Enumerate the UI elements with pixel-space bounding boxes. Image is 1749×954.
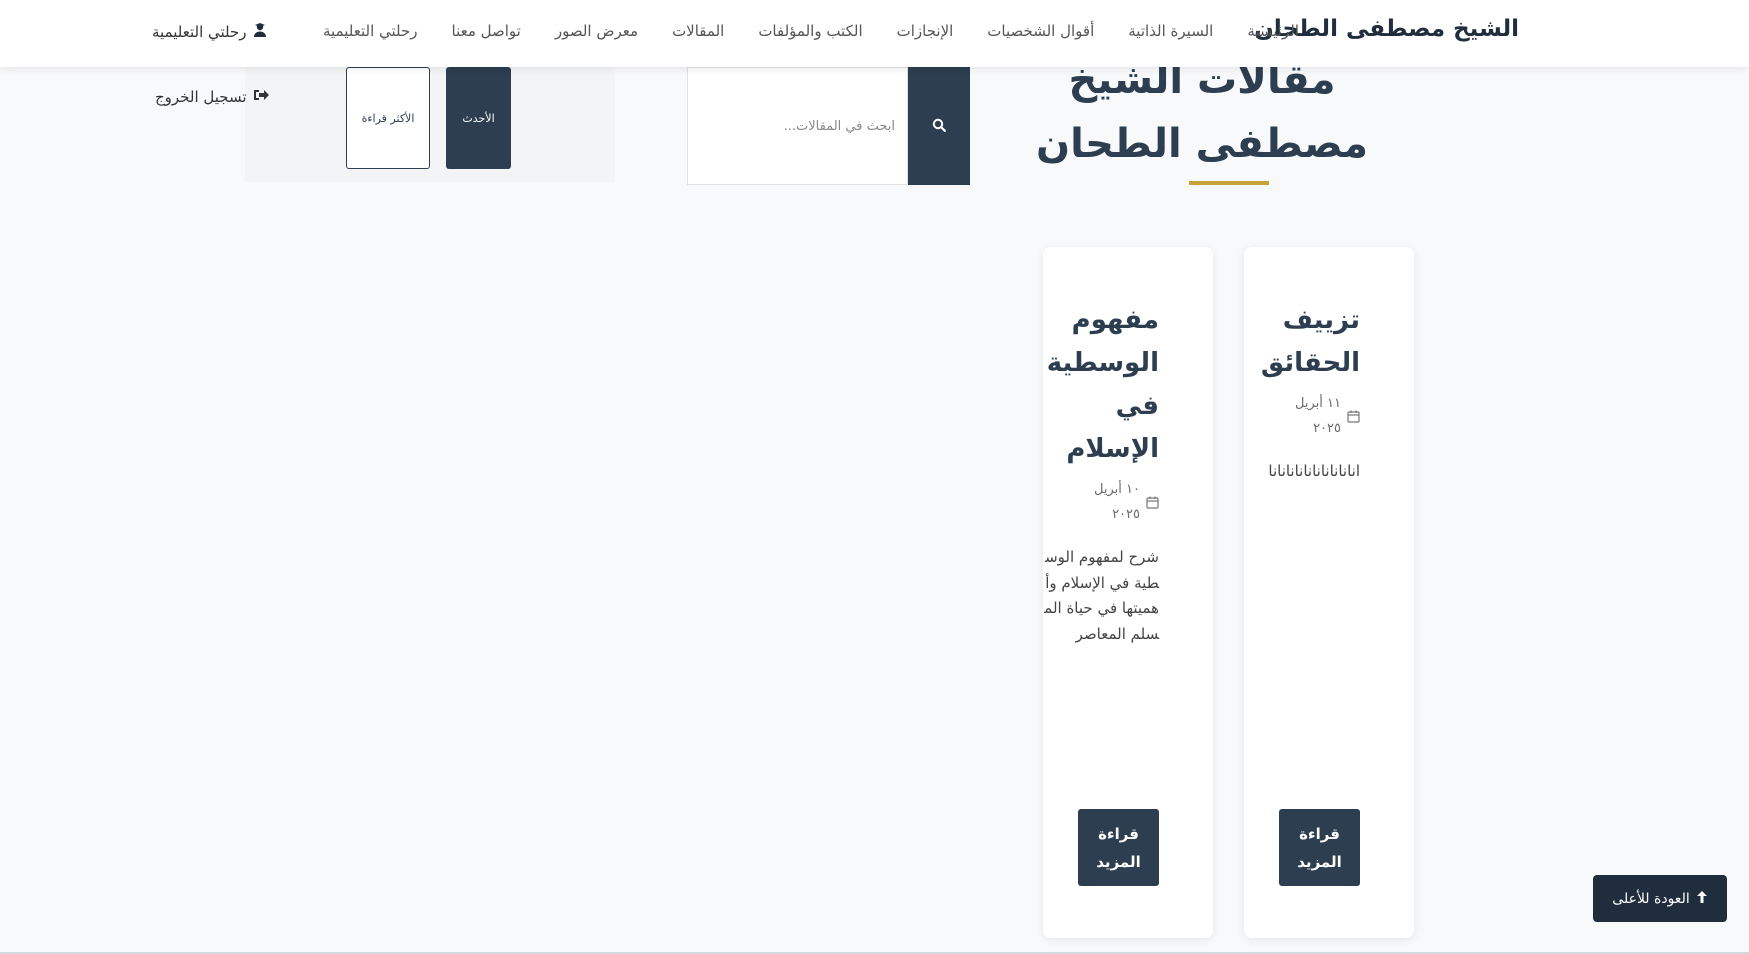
nav-item-achievements[interactable]: الإنجازات — [897, 22, 954, 40]
search-input[interactable] — [687, 67, 908, 185]
article-card: تزييف الحقائق ١١ أبريل ٢٠٢٥ انانانانانان… — [1244, 247, 1414, 938]
article-card: مفهوم الوسطية في الإسلام ١٠ أبريل ٢٠٢٥ ش… — [1043, 247, 1213, 938]
search-button[interactable] — [908, 67, 970, 185]
nav-item-contact[interactable]: تواصل معنا — [452, 22, 521, 40]
nav-item-biography[interactable]: السيرة الذاتية — [1128, 22, 1213, 40]
back-to-top-label: العودة للأعلى — [1612, 890, 1690, 907]
nav-item-articles[interactable]: المقالات — [672, 22, 724, 40]
article-card-body: تزييف الحقائق ١١ أبريل ٢٠٢٥ انانانانانان… — [1244, 299, 1360, 485]
nav-links: الرئيسية السيرة الذاتية أقوال الشخصيات ا… — [323, 22, 1299, 40]
article-search — [687, 67, 970, 185]
user-graduate-icon — [252, 22, 268, 42]
article-title[interactable]: تزييف الحقائق — [1244, 299, 1360, 385]
nav-item-journey[interactable]: رحلتي التعليمية — [323, 22, 418, 40]
sign-out-icon — [253, 88, 269, 106]
sort-panel — [245, 67, 615, 182]
back-to-top-button[interactable]: العودة للأعلى — [1593, 875, 1727, 922]
arrow-up-icon — [1696, 890, 1708, 908]
sort-popular-button[interactable]: الأكثر قراءة — [346, 67, 430, 169]
article-date-text: ١١ أبريل ٢٠٢٥ — [1295, 396, 1341, 436]
nav-user-link[interactable]: رحلتي التعليمية — [152, 22, 268, 42]
title-underline — [1189, 181, 1269, 185]
nav-user-label: رحلتي التعليمية — [152, 23, 247, 41]
article-card-body: مفهوم الوسطية في الإسلام ١٠ أبريل ٢٠٢٥ ش… — [1043, 299, 1159, 647]
nav-item-quotes[interactable]: أقوال الشخصيات — [987, 22, 1094, 40]
logout-link[interactable]: تسجيل الخروج — [155, 88, 269, 106]
article-date: ١٠ أبريل ٢٠٢٥ — [1043, 477, 1159, 527]
article-date-text: ١٠ أبريل ٢٠٢٥ — [1094, 482, 1140, 522]
search-icon — [932, 118, 946, 135]
top-navbar: الشيخ مصطفى الطحان الرئيسية السيرة الذات… — [0, 0, 1749, 67]
read-more-button[interactable]: قراءة المزيد — [1078, 809, 1159, 886]
page-title: مقالات الشيخ مصطفى الطحان — [1032, 48, 1372, 176]
calendar-icon — [1146, 496, 1159, 509]
article-title[interactable]: مفهوم الوسطية في الإسلام — [1043, 299, 1159, 471]
read-more-button[interactable]: قراءة المزيد — [1279, 809, 1360, 886]
nav-item-home[interactable]: الرئيسية — [1247, 22, 1299, 40]
article-excerpt: شرح لمفهوم الوسطية في الإسلام وأهميتها ف… — [1044, 548, 1159, 643]
sort-latest-button[interactable]: الأحدث — [446, 67, 511, 169]
logout-label: تسجيل الخروج — [155, 88, 247, 106]
nav-item-books[interactable]: الكتب والمؤلفات — [758, 22, 862, 40]
article-date: ١١ أبريل ٢٠٢٥ — [1244, 391, 1360, 441]
article-excerpt: انانانانانانانانانانا — [1268, 462, 1360, 480]
page-title-line-2: مصطفى الطحان — [1035, 121, 1368, 167]
nav-item-gallery[interactable]: معرض الصور — [555, 22, 638, 40]
calendar-icon — [1347, 410, 1360, 423]
